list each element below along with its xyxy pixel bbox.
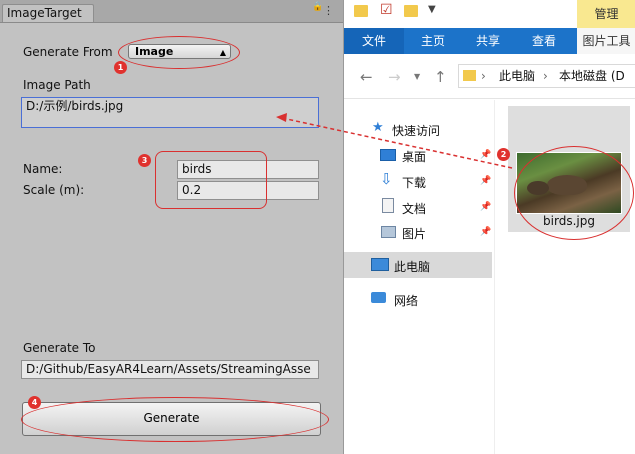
drag-arrow-head-icon [276, 113, 287, 122]
drag-arrow-line [281, 117, 513, 169]
drag-arrow [276, 113, 513, 169]
